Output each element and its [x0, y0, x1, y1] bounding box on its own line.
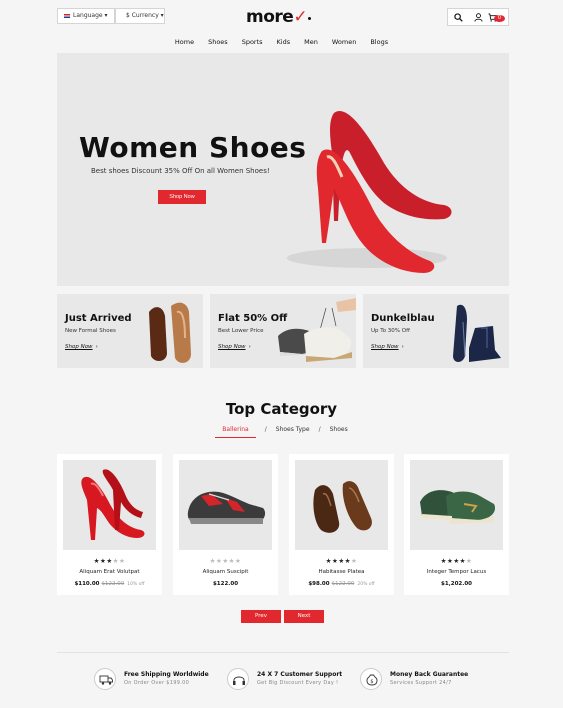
hero-banner: Women Shoes Best shoes Discount 35% Off …: [57, 53, 509, 286]
feature-title: 24 X 7 Customer Support: [257, 671, 343, 678]
old-price: $122.00: [101, 581, 125, 587]
tab-shoes[interactable]: Shoes: [330, 426, 348, 438]
logo-text: more: [246, 7, 294, 27]
currency-label: $ Currency: [126, 12, 159, 19]
banner-link-text: Shop Now: [218, 344, 246, 350]
search-icon[interactable]: [448, 9, 468, 25]
product-price: $1,202.00: [404, 581, 509, 587]
product-price: $110.00 $122.00 10% off: [57, 581, 162, 587]
prev-button[interactable]: Prev: [241, 610, 281, 623]
star-rating: ★★★★★: [440, 557, 473, 565]
nav-item-men[interactable]: Men: [304, 38, 318, 46]
money-bag-icon: $: [360, 668, 382, 690]
banner-subtitle: Best Lower Price: [218, 328, 264, 334]
feature-subtitle: Get Big Discount Every Day !: [257, 680, 339, 686]
nav-item-sports[interactable]: Sports: [242, 38, 263, 46]
banner-subtitle: Up To 30% Off: [371, 328, 410, 334]
product-image[interactable]: [179, 460, 272, 550]
product-image[interactable]: [410, 460, 503, 550]
banner-shop-now-link[interactable]: Shop Now ›: [371, 344, 404, 350]
svg-text:$: $: [370, 679, 373, 685]
product-card[interactable]: ★★★★★ Aliquam Suscipit $122.00: [173, 454, 278, 595]
product-card[interactable]: ★★★★★ Integer Tempor Lacus $1,202.00: [404, 454, 509, 595]
nav-item-women[interactable]: Women: [332, 38, 356, 46]
headset-icon: [227, 668, 249, 690]
current-price: $122.00: [212, 581, 239, 587]
product-name[interactable]: Integer Tempor Lacus: [404, 569, 509, 575]
banner-link-text: Shop Now: [65, 344, 93, 350]
nav-item-shoes[interactable]: Shoes: [208, 38, 228, 46]
star-rating: ★★★★★: [325, 557, 358, 565]
discount-label: 10% off: [127, 582, 145, 587]
product-price: $98.00 $122.00 20% off: [289, 581, 394, 587]
product-name[interactable]: Habitasse Platea: [289, 569, 394, 575]
current-price: $98.00: [308, 581, 330, 587]
section-title: Top Category: [225, 400, 338, 418]
promo-banner-just-arrived[interactable]: Just Arrived New Formal Shoes Shop Now ›: [57, 294, 203, 368]
tab-ballerina[interactable]: Ballerina: [215, 426, 256, 438]
product-card[interactable]: ★★★★★ Aliquam Erat Volutpat $110.00 $122.…: [57, 454, 162, 595]
category-tabs: Ballerina / Shoes Type / Shoes: [0, 426, 563, 438]
hero-subtitle: Best shoes Discount 35% Off On all Women…: [91, 167, 270, 175]
language-label: Language: [73, 12, 103, 19]
logo-mark-icon: ✓: [293, 7, 308, 27]
banner-title: Dunkelblau: [371, 313, 435, 324]
brown-oxford-shoes-image: [149, 302, 191, 363]
hand-holding-sneakers-image: [278, 298, 356, 362]
flag-icon: [64, 13, 70, 18]
currency-selector[interactable]: $ Currency ▾: [115, 8, 165, 24]
language-selector[interactable]: Language ▾: [57, 8, 115, 24]
shop-now-button[interactable]: Shop Now: [158, 190, 206, 204]
truck-icon: [94, 668, 116, 690]
banner-shop-now-link[interactable]: Shop Now ›: [218, 344, 251, 350]
current-price: $1,202.00: [441, 581, 472, 587]
header: Language ▾ $ Currency ▾ more✓ 0: [57, 7, 509, 27]
promo-banner-flat-50[interactable]: Flat 50% Off Best Lower Price Shop Now ›: [210, 294, 356, 368]
next-button[interactable]: Next: [284, 610, 324, 623]
feature-title: Free Shipping Worldwide: [124, 671, 209, 678]
product-image[interactable]: [295, 460, 388, 550]
star-rating: ★★★★★: [209, 557, 242, 565]
cart-count-badge: 0: [494, 14, 505, 22]
feature-title: Money Back Guarantee: [390, 671, 469, 678]
product-image[interactable]: [63, 460, 156, 550]
nav-item-blogs[interactable]: Blogs: [370, 38, 388, 46]
product-name[interactable]: Aliquam Erat Volutpat: [57, 569, 162, 575]
promo-banner-dunkelblau[interactable]: Dunkelblau Up To 30% Off Shop Now ›: [363, 294, 509, 368]
nav-item-kids[interactable]: Kids: [277, 38, 291, 46]
tab-shoes-type[interactable]: Shoes Type: [276, 426, 310, 438]
navy-boots-image: [453, 304, 501, 362]
nav-item-home[interactable]: Home: [175, 38, 194, 46]
page: Language ▾ $ Currency ▾ more✓ 0 Home Sho…: [0, 0, 563, 708]
cart-icon[interactable]: 0: [488, 9, 508, 25]
red-heels-image: [287, 111, 452, 273]
banner-title: Just Arrived: [65, 313, 132, 324]
star-rating: ★★★★★: [93, 557, 126, 565]
main-nav: Home Shoes Sports Kids Men Women Blogs: [0, 38, 563, 46]
banner-subtitle: New Formal Shoes: [65, 328, 116, 334]
feature-subtitle: Services Support 24/7: [390, 680, 452, 686]
tab-separator: /: [318, 426, 321, 433]
product-price: $122.00: [173, 581, 278, 587]
banner-link-text: Shop Now: [371, 344, 399, 350]
banner-shop-now-link[interactable]: Shop Now ›: [65, 344, 98, 350]
old-price: $122.00: [331, 581, 355, 587]
discount-label: 20% off: [357, 582, 375, 587]
current-price: $110.00: [74, 581, 100, 587]
divider: [57, 652, 509, 653]
product-card[interactable]: ★★★★★ Habitasse Platea $98.00 $122.00 20% …: [289, 454, 394, 595]
user-icon[interactable]: [468, 9, 488, 25]
feature-subtitle: On Order Over $199.00: [124, 680, 190, 686]
tab-separator: /: [264, 426, 267, 433]
product-name[interactable]: Aliquam Suscipit: [173, 569, 278, 575]
logo[interactable]: more✓: [246, 7, 312, 27]
header-icons: 0: [447, 8, 509, 26]
